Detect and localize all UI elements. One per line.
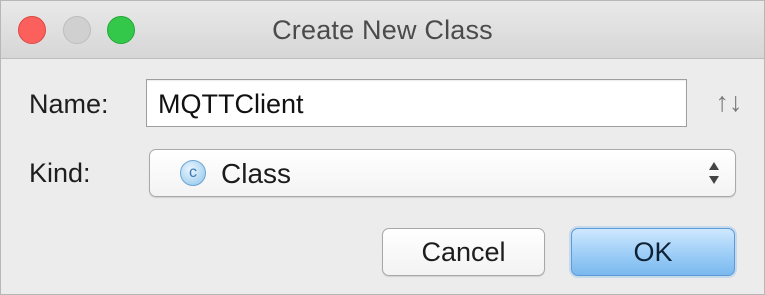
popup-arrows-icon — [709, 162, 719, 184]
kind-popup-button[interactable]: c Class — [149, 149, 736, 197]
kind-value: Class — [221, 158, 292, 189]
create-new-class-dialog: Create New Class Name: MQTTClient ↑↓ Kin… — [0, 0, 765, 295]
ok-button[interactable]: OK — [571, 228, 735, 276]
class-badge-icon: c — [180, 160, 206, 186]
cancel-button[interactable]: Cancel — [382, 228, 545, 276]
window-title: Create New Class — [272, 15, 493, 45]
up-down-arrows-icon[interactable]: ↑↓ — [708, 85, 750, 119]
name-label: Name: — [29, 89, 109, 119]
kind-label: Kind: — [29, 158, 91, 188]
class-name-value: MQTTClient — [158, 89, 304, 119]
class-name-field[interactable]: MQTTClient — [146, 79, 687, 127]
title-bar: Create New Class — [1, 1, 764, 59]
